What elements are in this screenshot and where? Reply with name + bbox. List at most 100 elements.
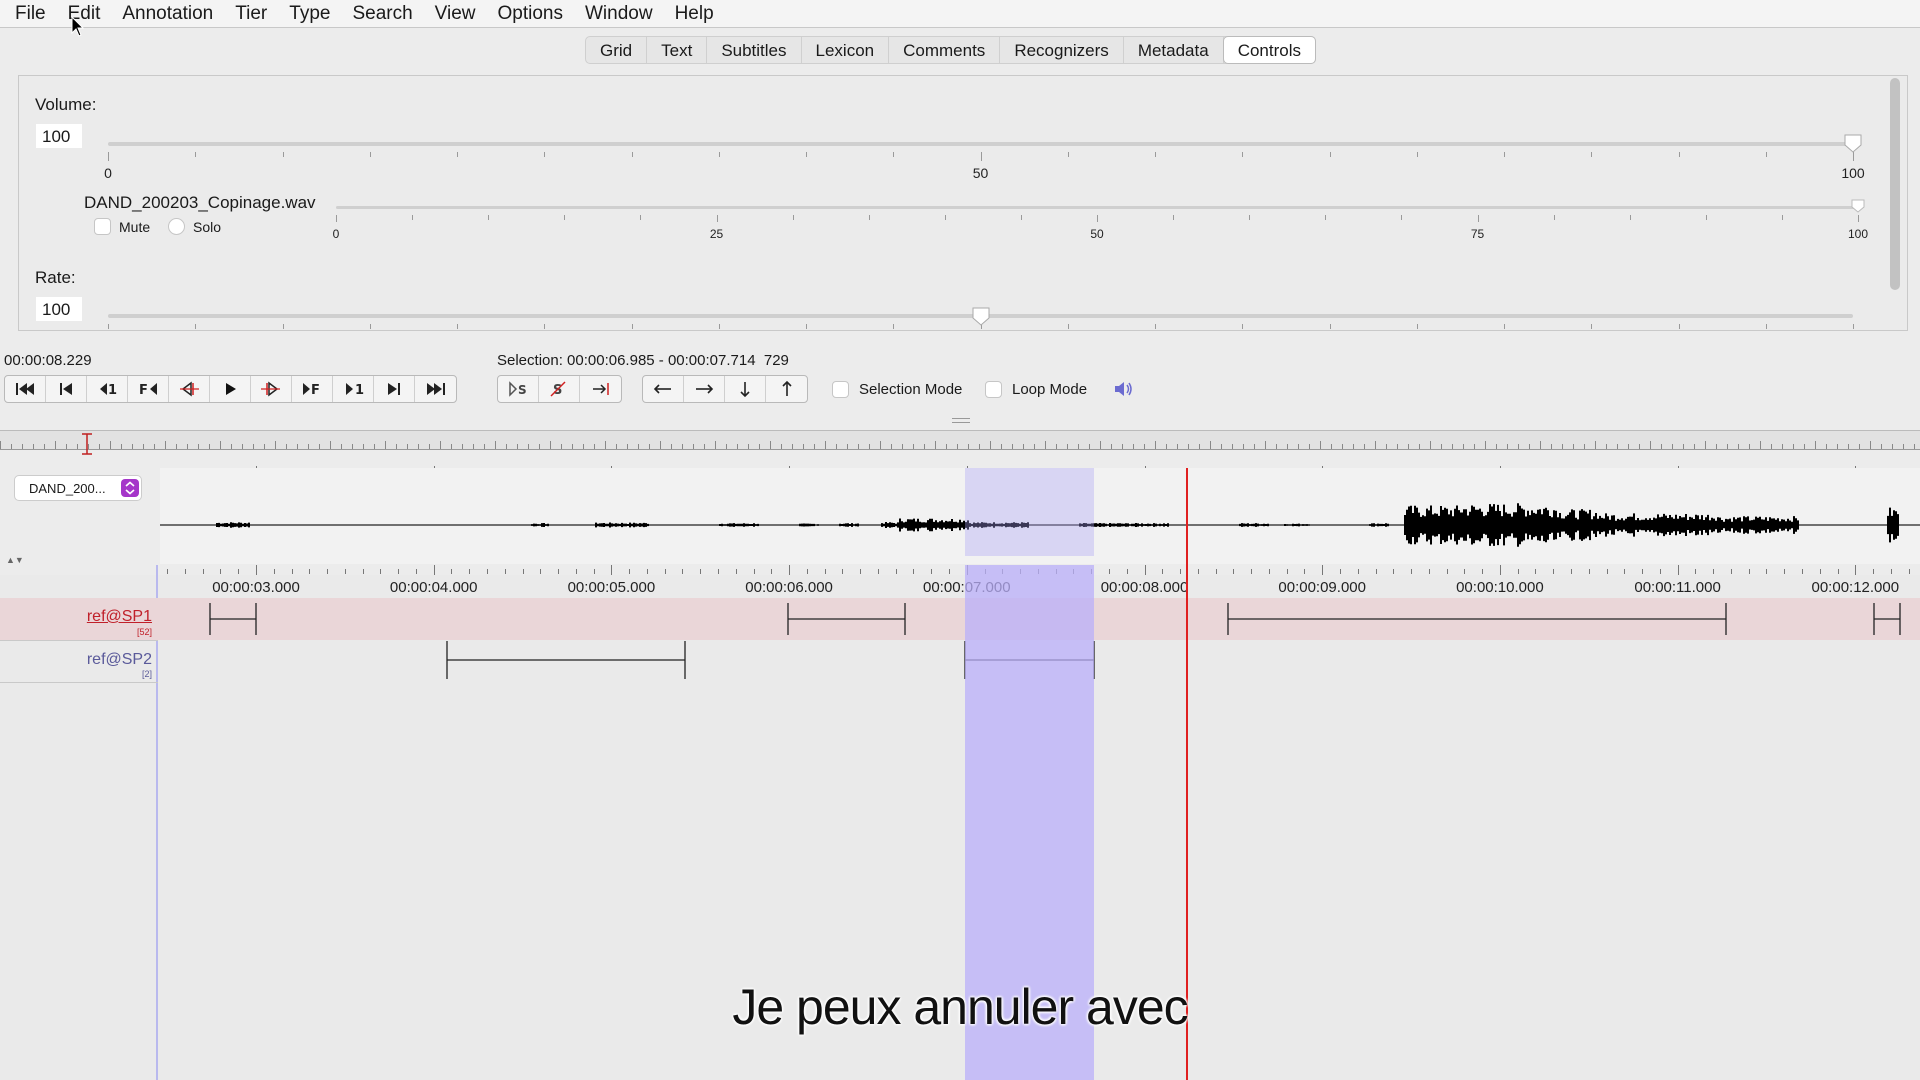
rate-value-field[interactable]: 100 <box>36 297 82 321</box>
overview-tick <box>1364 444 1365 449</box>
overview-tick <box>1056 444 1057 449</box>
overview-ruler[interactable] <box>0 430 1920 450</box>
slider-tick <box>980 152 982 161</box>
ruler-tick <box>344 569 346 574</box>
overview-tick <box>726 444 727 449</box>
slider-tick <box>1853 152 1854 161</box>
solo-radio[interactable] <box>168 218 185 235</box>
next-frame-button[interactable]: F <box>292 376 333 402</box>
step-forward-1-icon: 1 <box>346 383 364 398</box>
go-to-begin-button[interactable] <box>5 376 46 402</box>
tier-name-sp1: ref@SP1 <box>86 608 152 625</box>
ruler-tick <box>1144 565 1146 575</box>
viewer-tab-bar: Grid Text Subtitles Lexicon Comments Recogniz… <box>585 36 1317 64</box>
annotation-segment-sp2[interactable] <box>446 641 686 679</box>
tier-label-sp1[interactable]: ref@SP1 <box>0 608 152 626</box>
menu-tier[interactable]: Tier <box>224 3 278 25</box>
previous-pixel-button[interactable] <box>169 376 210 402</box>
tier-label-sp2[interactable]: ref@SP2 <box>0 651 152 669</box>
volume-slider-track[interactable] <box>108 142 1853 146</box>
slider-tick <box>1678 152 1680 157</box>
menu-view[interactable]: View <box>424 3 487 25</box>
ruler-tick <box>220 569 222 574</box>
overview-tick <box>1342 444 1343 449</box>
selection-mode-control[interactable]: Selection Mode <box>832 381 962 398</box>
overview-tick <box>1100 441 1101 449</box>
next-pixel-button[interactable] <box>251 376 292 402</box>
overview-tick <box>1782 444 1783 449</box>
tab-subtitles[interactable]: Subtitles <box>707 37 802 63</box>
next-tier-button[interactable] <box>725 376 766 402</box>
overview-tick <box>1001 444 1002 449</box>
tab-grid[interactable]: Grid <box>586 37 648 63</box>
ruler-tick <box>1499 565 1501 575</box>
mute-checkbox[interactable] <box>94 218 111 235</box>
slider-tick <box>544 324 546 329</box>
file-volume-slider-track[interactable] <box>336 206 1858 209</box>
ruler-tick <box>1162 569 1164 574</box>
previous-frame-start-button[interactable] <box>46 376 87 402</box>
tab-controls[interactable]: Controls <box>1223 37 1316 63</box>
overview-tick <box>1892 444 1893 449</box>
ruler-tick <box>1411 569 1413 574</box>
slider-tick <box>1242 324 1244 329</box>
overview-tick <box>11 444 12 449</box>
overview-tick <box>1595 441 1596 449</box>
overview-tick <box>363 444 364 449</box>
overview-position-marker-icon[interactable] <box>80 432 94 456</box>
annotation-segment-sp1[interactable] <box>1227 603 1727 635</box>
loop-mode-checkbox[interactable] <box>985 381 1002 398</box>
ruler-tick <box>1464 569 1466 574</box>
previous-tier-button[interactable] <box>766 376 807 402</box>
previous-annotation-button[interactable] <box>643 376 684 402</box>
step-forward-second-button[interactable]: 1 <box>333 376 374 402</box>
mute-control[interactable]: Mute <box>94 218 150 235</box>
play-button[interactable] <box>210 376 251 402</box>
tab-lexicon[interactable]: Lexicon <box>802 37 890 63</box>
rate-slider-thumb[interactable] <box>971 306 991 326</box>
loop-mode-control[interactable]: Loop Mode <box>985 381 1087 398</box>
menu-window[interactable]: Window <box>574 3 664 25</box>
play-selection-button[interactable]: S <box>498 376 539 402</box>
menu-file[interactable]: File <box>4 3 57 25</box>
waveform-selection-overlay[interactable] <box>965 468 1094 556</box>
annotation-segment-sp1[interactable] <box>1873 603 1901 635</box>
menu-annotation[interactable]: Annotation <box>111 3 224 25</box>
solo-control[interactable]: Solo <box>168 218 221 235</box>
overview-tick <box>770 441 771 449</box>
ruler-tick <box>1713 569 1715 574</box>
slider-tick <box>1765 152 1767 157</box>
tab-text[interactable]: Text <box>647 37 708 63</box>
controls-scrollbar[interactable] <box>1890 78 1900 290</box>
go-to-end-button[interactable] <box>415 376 456 402</box>
panel-splitter-handle[interactable] <box>952 418 970 423</box>
speaker-icon[interactable] <box>1112 378 1134 400</box>
volume-slider-thumb[interactable] <box>1843 133 1863 153</box>
slider-tick <box>806 152 807 157</box>
waveform-zoom-arrows-icon[interactable]: ▲▼ <box>6 555 24 565</box>
tab-metadata[interactable]: Metadata <box>1124 37 1224 63</box>
overview-tick <box>451 444 452 449</box>
menu-options[interactable]: Options <box>487 3 574 25</box>
ruler-tick <box>451 569 453 574</box>
menu-type[interactable]: Type <box>278 3 341 25</box>
go-to-selection-end-button[interactable] <box>580 376 621 402</box>
next-frame-end-button[interactable] <box>374 376 415 402</box>
next-annotation-button[interactable] <box>684 376 725 402</box>
media-file-selector-label: DAND_200... <box>29 481 106 496</box>
ruler-tick <box>1766 569 1768 574</box>
clear-selection-button[interactable]: S <box>539 376 580 402</box>
annotation-segment-sp1[interactable] <box>209 603 257 635</box>
overview-tick <box>132 444 133 449</box>
selection-mode-checkbox[interactable] <box>832 381 849 398</box>
volume-value-field[interactable]: 100 <box>36 124 82 148</box>
file-volume-slider-thumb[interactable] <box>1851 199 1865 213</box>
menu-help[interactable]: Help <box>664 3 725 25</box>
step-back-second-button[interactable]: 1 <box>87 376 128 402</box>
previous-frame-button[interactable]: F <box>128 376 169 402</box>
annotation-segment-sp1[interactable] <box>787 603 906 635</box>
tab-comments[interactable]: Comments <box>889 37 1001 63</box>
selector-updown-icon[interactable] <box>121 479 139 497</box>
tab-recognizers[interactable]: Recognizers <box>1000 37 1124 63</box>
menu-search[interactable]: Search <box>341 3 423 25</box>
